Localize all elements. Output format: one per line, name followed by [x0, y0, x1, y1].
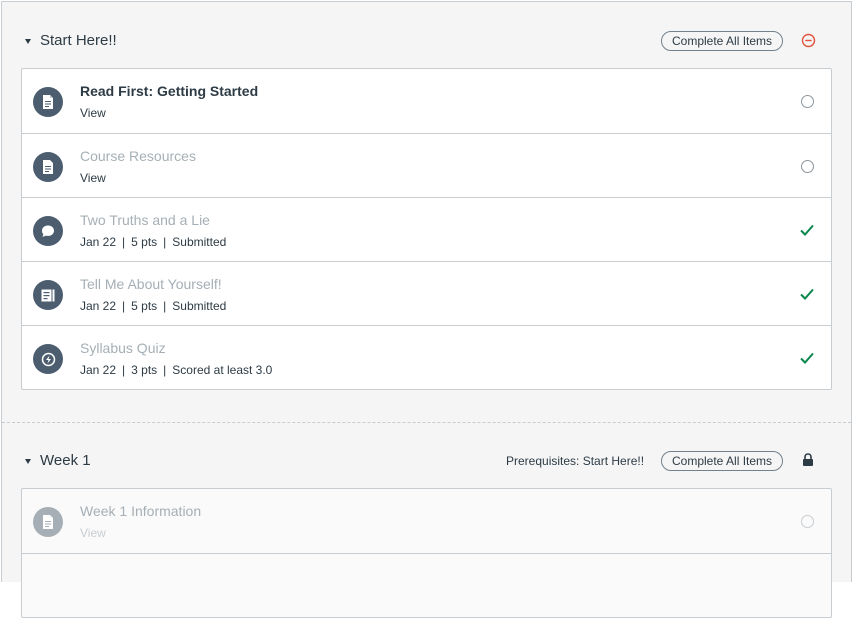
prerequisites-text: Prerequisites: Start Here!! [506, 454, 645, 468]
list-item[interactable]: Syllabus Quiz Jan 22 | 3 pts | Scored at lea… [22, 325, 831, 389]
page-icon [33, 152, 63, 182]
checkmark-icon [799, 350, 815, 366]
item-title-link[interactable]: Syllabus Quiz [80, 340, 166, 356]
discussion-icon [33, 216, 63, 246]
checkmark-icon [799, 286, 815, 302]
lock-icon [802, 453, 814, 472]
due-date: Jan 22 [80, 363, 117, 377]
item-title-link[interactable]: Read First: Getting Started [80, 83, 258, 99]
quiz-icon [33, 344, 63, 374]
item-meta: View [80, 526, 106, 540]
caret-down-icon[interactable] [25, 39, 31, 44]
score-requirement: Scored at least 3.0 [172, 363, 273, 377]
module-header-week-1[interactable]: Week 1 Prerequisites: Start Here!! Compl… [2, 441, 851, 481]
checkmark-icon [799, 222, 815, 238]
item-meta: View [80, 106, 106, 120]
meta-text: View [80, 526, 106, 540]
meta-text: View [80, 171, 106, 185]
points: 5 pts [131, 299, 158, 313]
item-title-link: Week 1 Information [80, 503, 202, 519]
due-date: Jan 22 [80, 299, 117, 313]
module-items-list: Read First: Getting Started View Course … [21, 68, 832, 390]
complete-all-items-button[interactable]: Complete All Items [661, 451, 784, 471]
list-item: Week 1 Information View [22, 489, 831, 553]
caret-down-icon[interactable] [25, 459, 31, 464]
item-title-link[interactable]: Tell Me About Yourself! [80, 276, 222, 292]
incomplete-circle-icon [799, 158, 815, 174]
item-title-link[interactable]: Two Truths and a Lie [80, 212, 210, 228]
points: 3 pts [131, 363, 158, 377]
meta-text: View [80, 106, 106, 120]
module-items-list: Week 1 Information View [21, 488, 832, 618]
module-divider [2, 422, 851, 423]
item-meta: View [80, 171, 106, 185]
page-icon [33, 507, 63, 537]
modules-container: Start Here!! Complete All Items Read Fir… [1, 1, 852, 618]
complete-all-items-button[interactable]: Complete All Items [661, 31, 784, 51]
item-meta: Jan 22 | 5 pts | Submitted [80, 299, 227, 313]
list-item[interactable]: Two Truths and a Lie Jan 22 | 5 pts | Submit… [22, 197, 831, 261]
assignment-icon [33, 280, 63, 310]
due-date: Jan 22 [80, 235, 117, 249]
item-title-link[interactable]: Course Resources [80, 148, 196, 164]
page-icon [33, 87, 63, 117]
item-meta: Jan 22 | 5 pts | Submitted [80, 235, 227, 249]
points: 5 pts [131, 235, 158, 249]
incomplete-circle-icon [799, 93, 815, 109]
list-item[interactable]: Course Resources View [22, 133, 831, 197]
list-item[interactable]: Read First: Getting Started View [22, 69, 831, 133]
submission-status: Submitted [172, 235, 227, 249]
list-item [22, 553, 831, 617]
list-item[interactable]: Tell Me About Yourself! Jan 22 | 5 pts | Sub… [22, 261, 831, 325]
item-meta: Jan 22 | 3 pts | Scored at least 3.0 [80, 363, 273, 377]
submission-status: Submitted [172, 299, 227, 313]
module-title: Week 1 [40, 452, 91, 469]
minus-circle-icon[interactable] [801, 33, 816, 53]
incomplete-circle-icon [799, 513, 815, 529]
module-header-start-here[interactable]: Start Here!! Complete All Items [2, 21, 851, 61]
module-title: Start Here!! [40, 32, 117, 49]
